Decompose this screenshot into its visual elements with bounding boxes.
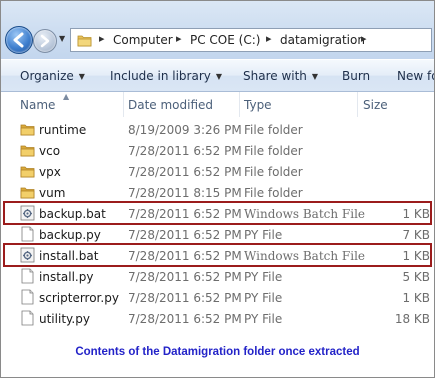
breadcrumb-drive[interactable]: PC COE (C:)	[190, 33, 260, 47]
document-file-icon	[21, 268, 34, 284]
address-bar[interactable]: ▸ Computer ▸ PC COE (C:) ▸ datamigration…	[70, 28, 432, 52]
back-button[interactable]	[5, 26, 33, 54]
explorer-window: ▼ ▸ Computer ▸ PC COE (C:) ▸ datamigrati…	[0, 0, 435, 378]
column-divider[interactable]	[357, 92, 358, 117]
include-in-library-button[interactable]: Include in library ▼	[110, 69, 222, 83]
forward-button[interactable]	[33, 29, 57, 53]
file-date-modified: 7/28/2011 6:52 PM	[128, 144, 242, 158]
file-type: PY File	[244, 270, 283, 284]
breadcrumb-separator[interactable]: ▸	[176, 32, 182, 45]
file-row[interactable]: install.bat 7/28/2011 6:52 PM Windows Batc…	[1, 243, 434, 267]
folder-icon	[20, 145, 35, 157]
file-date-modified: 7/28/2011 6:52 PM	[128, 291, 242, 305]
breadcrumb-datamigration[interactable]: datamigration	[280, 33, 365, 47]
highlight-box	[3, 201, 432, 225]
column-header-type[interactable]: Type	[244, 98, 272, 112]
chevron-down-icon: ▼	[311, 72, 319, 81]
folder-icon	[77, 35, 92, 47]
file-type: File folder	[244, 186, 303, 200]
address-toolbar: ▼ ▸ Computer ▸ PC COE (C:) ▸ datamigrati…	[1, 1, 434, 59]
file-size: 18 KB	[394, 312, 430, 326]
file-row[interactable]: scripterror.py 7/28/2011 6:52 PM PY File 1 …	[1, 287, 434, 308]
figure-caption: Contents of the Datamigration folder onc…	[75, 346, 360, 358]
file-row[interactable]: backup.bat 7/28/2011 6:52 PM Windows Batch…	[1, 201, 434, 225]
column-header-name[interactable]: Name	[20, 98, 55, 112]
burn-button[interactable]: Burn	[342, 69, 370, 83]
command-bar: Organize ▼ Include in library ▼ Share with…	[1, 60, 434, 92]
file-size: 5 KB	[402, 270, 430, 284]
folder-row[interactable]: runtime 8/19/2009 3:26 PM File folder	[1, 119, 434, 140]
file-type: File folder	[244, 165, 303, 179]
file-name: utility.py	[39, 312, 90, 326]
recent-pages-dropdown[interactable]: ▼	[59, 35, 67, 43]
column-divider[interactable]	[239, 92, 240, 117]
organize-button[interactable]: Organize ▼	[20, 69, 85, 83]
file-name: vum	[39, 186, 66, 200]
folder-icon	[20, 166, 35, 178]
file-date-modified: 7/28/2011 8:15 PM	[128, 186, 242, 200]
file-row[interactable]: utility.py 7/28/2011 6:52 PM PY File 18 KB	[1, 308, 434, 329]
arrow-right-icon	[40, 34, 50, 48]
file-date-modified: 7/28/2011 6:52 PM	[128, 228, 242, 242]
file-type: PY File	[244, 228, 283, 242]
file-name: runtime	[39, 123, 87, 137]
file-date-modified: 7/28/2011 6:52 PM	[128, 165, 242, 179]
arrow-left-icon	[13, 32, 24, 48]
breadcrumb-computer[interactable]: Computer	[113, 33, 173, 47]
folder-icon	[20, 187, 35, 199]
folder-row[interactable]: vco 7/28/2011 6:52 PM File folder	[1, 140, 434, 161]
file-size: 7 KB	[402, 228, 430, 242]
breadcrumb-separator[interactable]: ▸	[266, 32, 272, 45]
highlight-box	[3, 243, 432, 267]
column-header-row: ▲ Name Date modified Type Size	[1, 92, 434, 117]
file-type: File folder	[244, 144, 303, 158]
file-size: 1 KB	[402, 291, 430, 305]
organize-label: Organize	[20, 69, 74, 83]
folder-icon	[20, 124, 35, 136]
file-date-modified: 7/28/2011 6:52 PM	[128, 270, 242, 284]
column-header-date-modified[interactable]: Date modified	[128, 98, 213, 112]
include-in-library-label: Include in library	[110, 69, 211, 83]
chevron-down-icon: ▼	[215, 72, 223, 81]
file-date-modified: 8/19/2009 3:26 PM	[128, 123, 242, 137]
file-name: vco	[39, 144, 61, 158]
breadcrumb-separator[interactable]: ▸	[361, 32, 367, 45]
share-with-button[interactable]: Share with ▼	[243, 69, 318, 83]
column-header-size[interactable]: Size	[363, 98, 388, 112]
folder-row[interactable]: vpx 7/28/2011 6:52 PM File folder	[1, 161, 434, 182]
file-name: vpx	[39, 165, 61, 179]
file-name: scripterror.py	[39, 291, 119, 305]
file-name: install.py	[39, 270, 94, 284]
share-with-label: Share with	[243, 69, 307, 83]
breadcrumb-separator[interactable]: ▸	[99, 32, 105, 45]
file-type: PY File	[244, 312, 283, 326]
column-divider[interactable]	[123, 92, 124, 117]
chevron-down-icon: ▼	[78, 72, 85, 81]
file-type: File folder	[244, 123, 303, 137]
document-file-icon	[21, 226, 34, 242]
file-row[interactable]: install.py 7/28/2011 6:52 PM PY File 5 KB	[1, 266, 434, 287]
document-file-icon	[21, 289, 34, 305]
folder-row[interactable]: vum 7/28/2011 8:15 PM File folder	[1, 182, 434, 203]
file-name: backup.py	[39, 228, 101, 242]
sort-ascending-icon: ▲	[63, 92, 70, 101]
file-date-modified: 7/28/2011 6:52 PM	[128, 312, 242, 326]
file-row[interactable]: backup.py 7/28/2011 6:52 PM PY File 7 KB	[1, 224, 434, 245]
file-type: PY File	[244, 291, 283, 305]
document-file-icon	[21, 310, 34, 326]
new-folder-button[interactable]: New fo	[397, 69, 434, 83]
